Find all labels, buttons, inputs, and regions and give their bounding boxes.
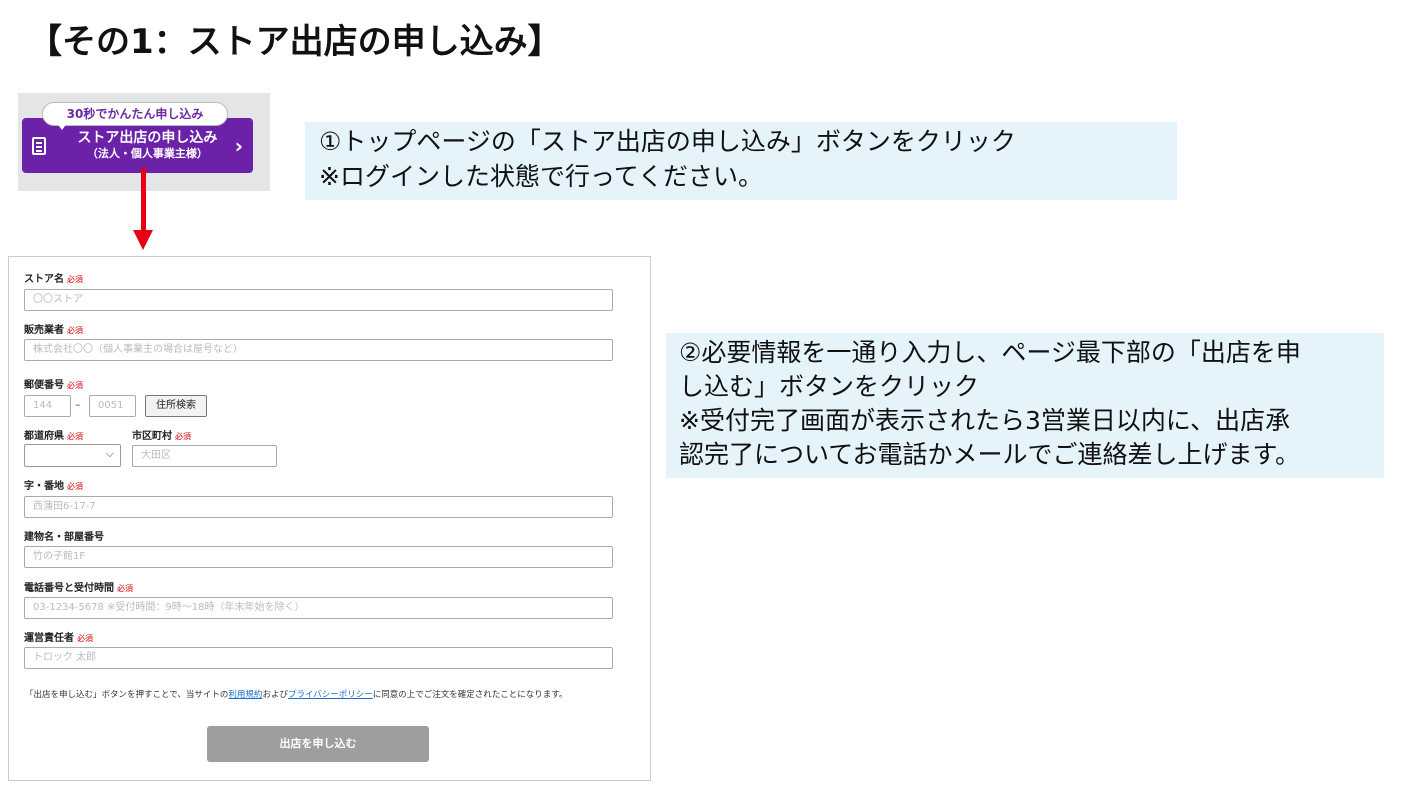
manager-label-text: 運営責任者 — [24, 633, 74, 644]
prefecture-select[interactable]: ⌵ — [24, 444, 121, 467]
chevron-right-icon: › — [234, 133, 243, 158]
required-badge: 必須 — [117, 584, 133, 593]
phone-label-text: 電話番号と受付時間 — [24, 583, 114, 594]
store-name-input[interactable]: 〇〇ストア — [24, 289, 613, 311]
prefecture-label-text: 都道府県 — [24, 431, 64, 442]
address-label-text: 字・番地 — [24, 481, 64, 492]
step2-note-line4: 認完了についてお電話かメールでご連絡差し上げます。 — [679, 440, 1301, 469]
step2-note-line1: ②必要情報を一通り入力し、ページ最下部の「出店を申 — [679, 338, 1301, 367]
store-apply-button-label: ストア出店の申し込み — [77, 130, 218, 146]
phone-label: 電話番号と受付時間 必須 — [24, 579, 133, 594]
page-title: 【その1：ストア出店の申し込み】 — [28, 22, 562, 62]
step2-note: ②必要情報を一通り入力し、ページ最下部の「出店を申 し込む」ボタンをクリック ※… — [666, 333, 1384, 478]
terms-link[interactable]: 利用規約 — [228, 690, 262, 700]
step1-note-line2: ※ログインした状態で行ってください。 — [319, 162, 763, 191]
seller-label: 販売業者 必須 — [24, 321, 83, 336]
manager-input[interactable]: トロック 太郎 — [24, 647, 613, 669]
address-input[interactable]: 西蒲田6-17-7 — [24, 496, 613, 518]
postal-label-text: 郵便番号 — [24, 380, 64, 391]
required-badge: 必須 — [175, 432, 191, 441]
agreement-after: に同意の上でご注文を確定されたことになります。 — [372, 690, 568, 700]
postal-code-second-input[interactable]: 0051 — [89, 395, 136, 417]
city-label: 市区町村 必須 — [132, 427, 191, 442]
prefecture-label: 都道府県 必須 — [24, 427, 83, 442]
postal-code-first-input[interactable]: 144 — [24, 395, 71, 417]
building-input[interactable]: 竹の子館1F — [24, 546, 613, 568]
address-search-button[interactable]: 住所検索 — [145, 395, 207, 417]
required-badge: 必須 — [67, 482, 83, 491]
address-label: 字・番地 必須 — [24, 477, 83, 492]
chevron-down-icon: ⌵ — [105, 447, 114, 460]
postal-separator: – — [75, 398, 81, 411]
privacy-policy-link[interactable]: プライバシーポリシー — [288, 690, 373, 700]
agreement-middle: および — [262, 690, 288, 700]
step2-note-line3: ※受付完了画面が表示されたら3営業日以内に、出店承 — [679, 406, 1291, 435]
seller-label-text: 販売業者 — [24, 325, 64, 336]
manager-label: 運営責任者 必須 — [24, 629, 93, 644]
bubble-tail — [56, 122, 68, 130]
city-input[interactable]: 大田区 — [132, 445, 277, 467]
store-apply-button-labels: ストア出店の申し込み （法人・個人事業主様） — [60, 130, 235, 161]
store-apply-button-sublabel: （法人・個人事業主様） — [86, 147, 208, 160]
required-badge: 必須 — [67, 326, 83, 335]
seller-input[interactable]: 株式会社〇〇（個人事業主の場合は屋号など） — [24, 339, 613, 361]
step1-note: ①トップページの「ストア出店の申し込み」ボタンをクリック ※ログインした状態で行… — [305, 122, 1177, 200]
step1-note-line1: ①トップページの「ストア出店の申し込み」ボタンをクリック — [319, 127, 1016, 156]
down-arrow-icon — [141, 168, 146, 232]
required-badge: 必須 — [67, 381, 83, 390]
store-name-label: ストア名 必須 — [24, 270, 83, 285]
required-badge: 必須 — [77, 634, 93, 643]
store-name-label-text: ストア名 — [24, 274, 64, 285]
required-badge: 必須 — [67, 275, 83, 284]
required-badge: 必須 — [67, 432, 83, 441]
agreement-before: 「出店を申し込む」ボタンを押すことで、当サイトの — [25, 690, 229, 700]
postal-label: 郵便番号 必須 — [24, 376, 83, 391]
phone-input[interactable]: 03-1234-5678 ※受付時間：9時〜18時（年末年始を除く） — [24, 597, 613, 619]
building-label-text: 建物名・部屋番号 — [24, 532, 104, 543]
step2-note-line2: し込む」ボタンをクリック — [679, 372, 980, 401]
submit-application-button[interactable]: 出店を申し込む — [207, 726, 429, 762]
agreement-text: 「出店を申し込む」ボタンを押すことで、当サイトの利用規約およびプライバシーポリシ… — [25, 688, 567, 700]
quick-apply-bubble: 30秒でかんたん申し込み — [42, 102, 228, 126]
building-label: 建物名・部屋番号 — [24, 528, 104, 543]
store-application-form: ストア名 必須 〇〇ストア 販売業者 必須 株式会社〇〇（個人事業主の場合は屋号など… — [8, 256, 651, 781]
document-icon — [32, 136, 46, 155]
down-arrow-head — [133, 230, 153, 250]
city-label-text: 市区町村 — [132, 431, 172, 442]
